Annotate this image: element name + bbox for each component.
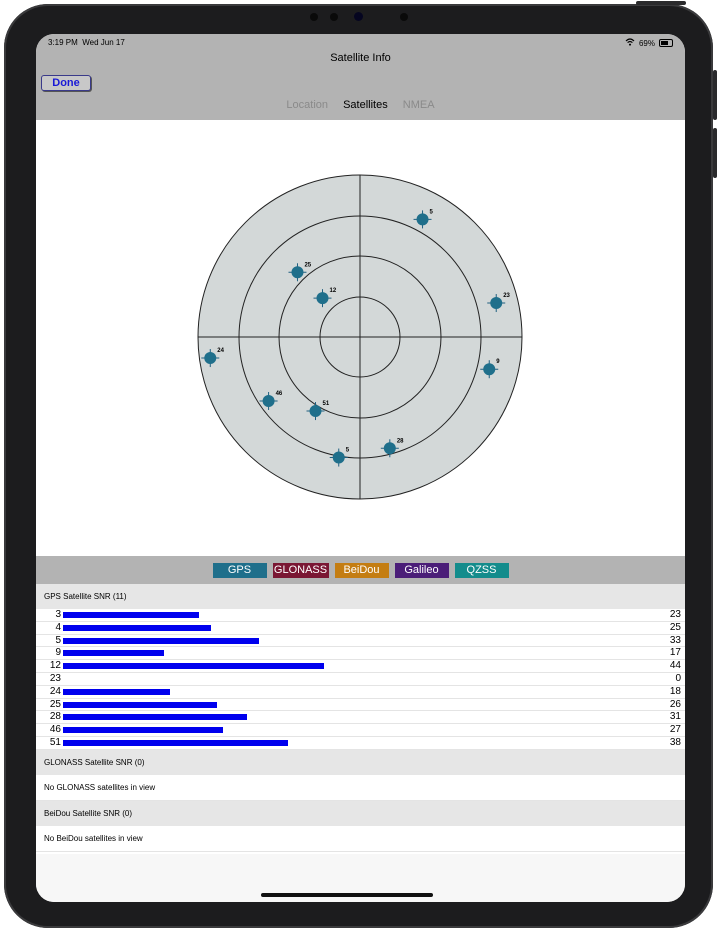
beidou-empty-message: No BeiDou satellites in view bbox=[36, 826, 685, 852]
satellite-id: 28 bbox=[49, 711, 61, 723]
snr-bar bbox=[63, 663, 324, 670]
snr-row: 28 31 bbox=[36, 711, 685, 725]
snr-row: 3 23 bbox=[36, 609, 685, 622]
snr-value: 25 bbox=[669, 621, 681, 633]
snr-bar bbox=[63, 714, 247, 721]
snr-row: 4 25 bbox=[36, 622, 685, 635]
snr-row: 25 26 bbox=[36, 699, 685, 712]
snr-row: 5 33 bbox=[36, 635, 685, 648]
snr-value: 17 bbox=[669, 647, 681, 659]
view-tabs: Location Satellites NMEA bbox=[36, 99, 685, 111]
gps-snr-rows: 3 23 4 25 5 33 9 17 12 44 23 0 24 18 25 26 28 31 46 27 51 38 bbox=[36, 609, 685, 750]
status-time: 3:19 PM Wed Jun 17 bbox=[48, 38, 125, 47]
navigation-bar: 3:19 PM Wed Jun 17 69% Satellite Info Do… bbox=[36, 34, 685, 120]
snr-bar bbox=[63, 688, 170, 695]
wifi-icon bbox=[625, 38, 635, 48]
snr-value: 44 bbox=[669, 660, 681, 672]
tab-nmea[interactable]: NMEA bbox=[403, 99, 435, 111]
satellite-id: 24 bbox=[49, 685, 61, 697]
snr-bar bbox=[63, 650, 164, 657]
snr-bar bbox=[63, 612, 200, 618]
glonass-section-header: GLONASS Satellite SNR (0) bbox=[36, 749, 685, 775]
satellite-label: 28 bbox=[397, 438, 404, 444]
glonass-empty-message: No GLONASS satellites in view bbox=[36, 775, 685, 801]
status-indicators: 69% bbox=[625, 38, 673, 48]
snr-value: 33 bbox=[669, 634, 681, 646]
snr-bar bbox=[63, 624, 212, 631]
camera-icon bbox=[354, 12, 363, 21]
snr-bar bbox=[63, 637, 259, 644]
power-button bbox=[636, 1, 686, 5]
satellite-id: 46 bbox=[49, 724, 61, 736]
satellite-label: 25 bbox=[304, 262, 311, 268]
snr-row: 9 17 bbox=[36, 647, 685, 661]
snr-value: 31 bbox=[669, 711, 681, 723]
snr-row: 12 44 bbox=[36, 660, 685, 673]
satellite-label: 51 bbox=[323, 401, 330, 407]
satellite-id: 12 bbox=[49, 660, 61, 672]
snr-bar bbox=[63, 727, 224, 734]
page-title: Satellite Info bbox=[330, 52, 391, 64]
satellite-id: 51 bbox=[49, 736, 61, 748]
sensor-icon bbox=[330, 13, 338, 21]
volume-button bbox=[713, 70, 717, 120]
tab-satellites[interactable]: Satellites bbox=[343, 99, 388, 111]
satellite-label: 46 bbox=[276, 391, 283, 397]
satellite-id: 5 bbox=[55, 634, 61, 646]
snr-value: 0 bbox=[675, 672, 681, 684]
snr-bar bbox=[63, 701, 218, 708]
filter-beidou[interactable]: BeiDou bbox=[334, 562, 389, 578]
done-button[interactable]: Done bbox=[41, 75, 91, 91]
constellation-filter-bar: GPS GLONASS BeiDou Galileo QZSS bbox=[36, 556, 685, 584]
filter-gps[interactable]: GPS bbox=[212, 562, 267, 578]
sensor-icon bbox=[400, 13, 408, 21]
snr-row: 23 0 bbox=[36, 673, 685, 686]
snr-list[interactable]: GPS Satellite SNR (11) 3 23 4 25 5 33 9 17 12 44 2… bbox=[36, 584, 685, 852]
snr-value: 38 bbox=[669, 736, 681, 748]
gps-section-header: GPS Satellite SNR (11) bbox=[36, 584, 685, 609]
snr-value: 18 bbox=[669, 685, 681, 697]
snr-row: 24 18 bbox=[36, 686, 685, 699]
app-screen: 3:19 PM Wed Jun 17 69% Satellite Info Do… bbox=[36, 34, 685, 902]
beidou-section-header: BeiDou Satellite SNR (0) bbox=[36, 800, 685, 826]
sky-plot: 25512232494651528 bbox=[197, 174, 523, 500]
snr-value: 27 bbox=[669, 724, 681, 736]
snr-bar bbox=[63, 739, 289, 746]
satellite-id: 3 bbox=[55, 609, 61, 620]
satellite-id: 4 bbox=[55, 621, 61, 633]
battery-percent: 69% bbox=[638, 38, 655, 48]
snr-value: 26 bbox=[669, 698, 681, 710]
snr-row: 51 38 bbox=[36, 737, 685, 750]
satellite-label: 23 bbox=[503, 293, 510, 299]
sensor-icon bbox=[310, 13, 318, 21]
filter-glonass[interactable]: GLONASS bbox=[272, 562, 329, 578]
satellite-label: 24 bbox=[217, 348, 224, 354]
battery-icon bbox=[659, 39, 673, 47]
filter-qzss[interactable]: QZSS bbox=[454, 562, 509, 578]
snr-value: 23 bbox=[669, 609, 681, 620]
satellite-label: 12 bbox=[329, 288, 336, 294]
home-indicator[interactable] bbox=[261, 893, 433, 897]
snr-row: 46 27 bbox=[36, 724, 685, 737]
filter-galileo[interactable]: Galileo bbox=[394, 562, 449, 578]
sky-plot-area: 25 5 12 23 24 9 46 51 5 28 bbox=[36, 120, 685, 556]
satellite-id: 25 bbox=[49, 698, 61, 710]
volume-button bbox=[713, 128, 717, 178]
satellite-id: 23 bbox=[49, 672, 61, 684]
tab-location[interactable]: Location bbox=[286, 99, 328, 111]
satellite-id: 9 bbox=[55, 647, 61, 659]
